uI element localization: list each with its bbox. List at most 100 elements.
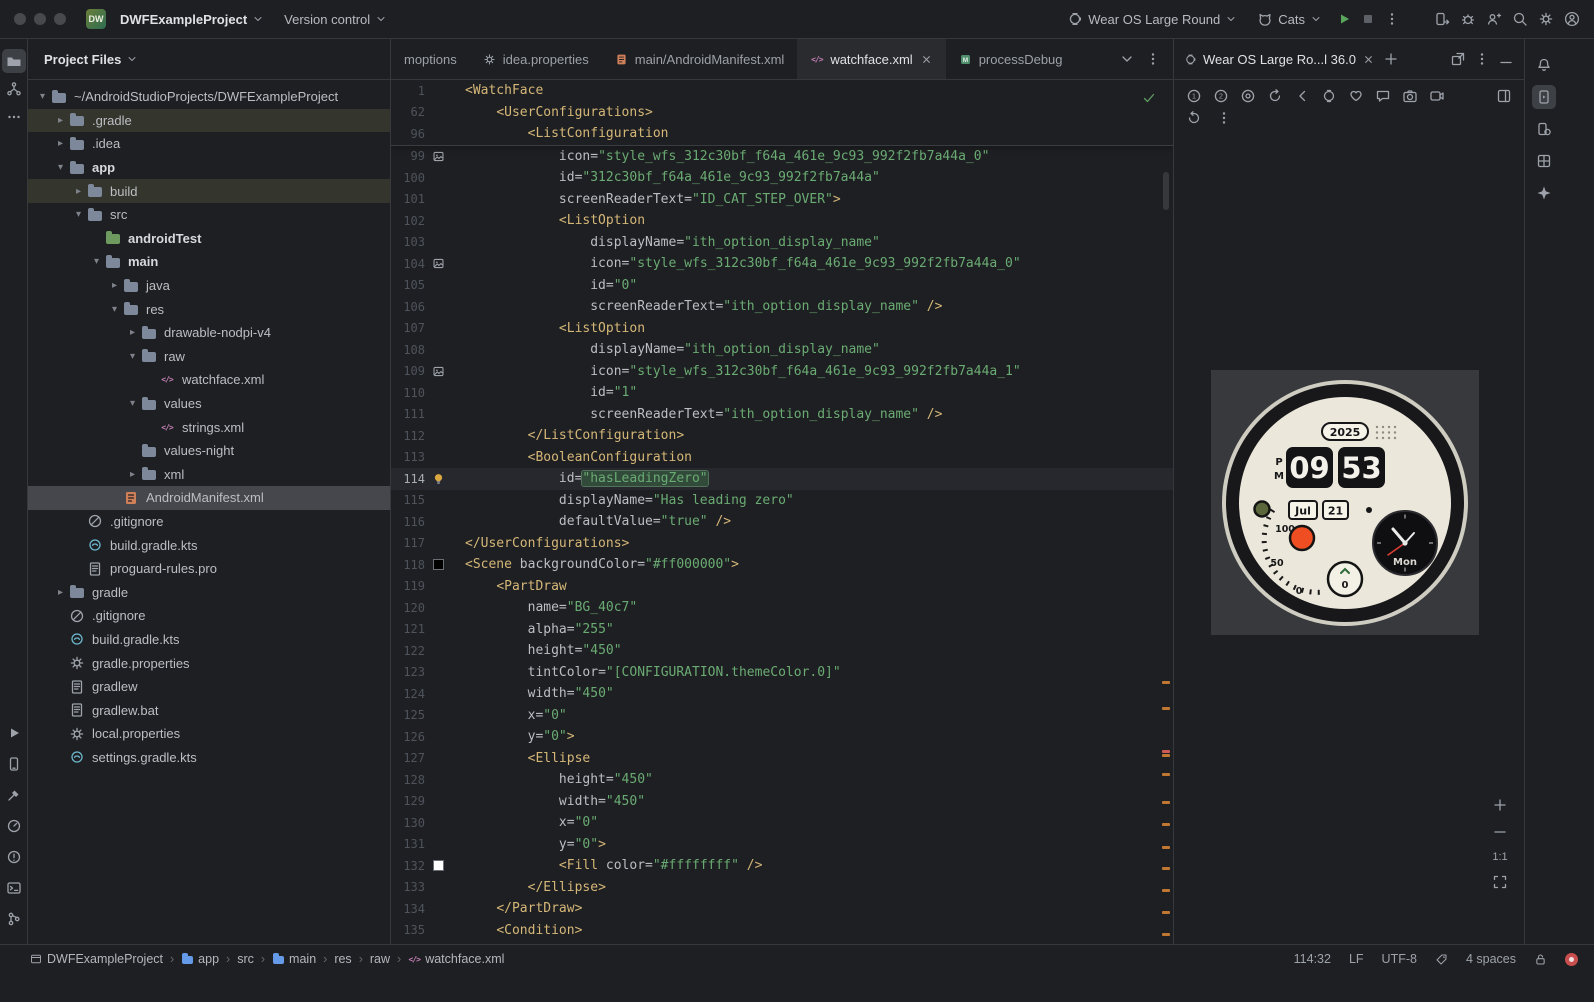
project-selector[interactable]: DWFExampleProject	[114, 8, 270, 31]
analysis-mark[interactable]	[1162, 773, 1170, 776]
code-line[interactable]: 136 <Expressions>	[391, 941, 1173, 944]
indent-setting[interactable]: 4 spaces	[1466, 952, 1516, 966]
zoom-in-button[interactable]	[1492, 797, 1508, 813]
tab-list-dropdown-icon[interactable]	[1119, 51, 1135, 67]
code-line[interactable]: 104 icon="style_wfs_312c30bf_f64a_461e_9…	[391, 253, 1173, 275]
tool-window-button-device-explorer[interactable]	[2, 752, 26, 776]
tree-chevron-icon[interactable]: ▸	[70, 186, 87, 197]
close-window-button[interactable]	[14, 13, 26, 25]
analysis-mark[interactable]	[1162, 867, 1170, 870]
code-line[interactable]: 129 width="450"	[391, 791, 1173, 813]
tree-item[interactable]: .gitignore	[28, 510, 390, 534]
code-line[interactable]: 96 <ListConfiguration	[391, 123, 1173, 145]
stop-button[interactable]	[1360, 11, 1376, 27]
tree-item[interactable]: gradle.properties	[28, 651, 390, 675]
tree-chevron-icon[interactable]: ▾	[124, 351, 141, 362]
device-screen[interactable]: 2025 P M 09 53 100 50 0 Jul 21 Mon 0	[1211, 370, 1479, 635]
heart-icon[interactable]	[1348, 88, 1364, 104]
code-line[interactable]: 108 displayName="ith_option_display_name…	[391, 339, 1173, 361]
tree-chevron-icon[interactable]: ▾	[52, 162, 69, 173]
code-line[interactable]: 121 alpha="255"	[391, 619, 1173, 641]
tree-item[interactable]: ▾ app	[28, 156, 390, 180]
account-avatar[interactable]	[1564, 11, 1580, 27]
tab-options-icon[interactable]	[1145, 51, 1161, 67]
code-line[interactable]: 100 id="312c30bf_f64a_461e_9c93_992f2fb7…	[391, 167, 1173, 189]
hide-panel-icon[interactable]	[1498, 51, 1514, 67]
code-line[interactable]: 132 <Fill color="#ffffffff" />	[391, 855, 1173, 877]
zoom-reset-button[interactable]: 1:1	[1492, 851, 1507, 863]
breadcrumb-item[interactable]: </> watchface.xml	[408, 952, 504, 966]
tree-item[interactable]: build.gradle.kts	[28, 628, 390, 652]
editor-tab[interactable]: MprocessDebug	[946, 39, 1076, 79]
code-line[interactable]: 110 id="1"	[391, 382, 1173, 404]
color-swatch[interactable]	[432, 559, 444, 571]
analysis-mark[interactable]	[1162, 754, 1170, 757]
layout-icon[interactable]	[1496, 88, 1512, 104]
code-with-me-icon[interactable]	[1486, 11, 1502, 27]
code-line[interactable]: 99 icon="style_wfs_312c30bf_f64a_461e_9c…	[391, 146, 1173, 168]
tree-item[interactable]: ▾ main	[28, 250, 390, 274]
tool-window-button-build[interactable]	[2, 783, 26, 807]
tree-item[interactable]: ▸ xml	[28, 463, 390, 487]
analysis-mark[interactable]	[1162, 846, 1170, 849]
camera-icon[interactable]	[1402, 88, 1418, 104]
analysis-mark[interactable]	[1162, 750, 1170, 753]
tree-item[interactable]: ▾ ~/AndroidStudioProjects/DWFExampleProje…	[28, 85, 390, 109]
tree-item[interactable]: ▸ gradle	[28, 580, 390, 604]
tree-item[interactable]: </> strings.xml	[28, 415, 390, 439]
code-line[interactable]: 117 </UserConfigurations>	[391, 533, 1173, 555]
tree-item[interactable]: ▸ java	[28, 274, 390, 298]
tree-chevron-icon[interactable]: ▾	[88, 256, 105, 267]
code-line[interactable]: 134 </PartDraw>	[391, 898, 1173, 920]
tree-item[interactable]: build.gradle.kts	[28, 533, 390, 557]
tree-item[interactable]: AndroidManifest.xml	[28, 486, 390, 510]
analysis-mark[interactable]	[1162, 707, 1170, 710]
search-everywhere-icon[interactable]	[1512, 11, 1528, 27]
code-line[interactable]: 131 y="0">	[391, 834, 1173, 856]
code-line[interactable]: 103 displayName="ith_option_display_name…	[391, 232, 1173, 254]
code-line[interactable]: 62 <UserConfigurations>	[391, 102, 1173, 124]
tool-window-button-assistant[interactable]	[1532, 181, 1556, 205]
code-line[interactable]: 113 <BooleanConfiguration	[391, 447, 1173, 469]
tree-item[interactable]: androidTest	[28, 227, 390, 251]
breadcrumb-item[interactable]: res	[334, 952, 351, 966]
tree-item[interactable]: ▸ build	[28, 179, 390, 203]
code-line[interactable]: 127 <Ellipse	[391, 748, 1173, 770]
tree-item[interactable]: ▾ res	[28, 297, 390, 321]
tree-item[interactable]: ▸ .idea	[28, 132, 390, 156]
code-line[interactable]: 1 <WatchFace	[391, 80, 1173, 102]
breadcrumb-item[interactable]: DWFExampleProject	[30, 952, 163, 966]
device-tab[interactable]: Wear OS Large Ro...l 36.0	[1184, 52, 1375, 67]
tree-chevron-icon[interactable]: ▸	[124, 469, 141, 480]
code-line[interactable]: 135 <Condition>	[391, 920, 1173, 942]
device-mirror-icon[interactable]	[1434, 11, 1450, 27]
open-in-window-icon[interactable]	[1450, 51, 1466, 67]
analysis-mark[interactable]	[1162, 823, 1170, 826]
editor-tab[interactable]: idea.properties	[470, 39, 602, 79]
tree-chevron-icon[interactable]: ▾	[106, 304, 123, 315]
highlighting-level-icon[interactable]	[1435, 953, 1448, 966]
tool-window-button-more[interactable]	[2, 105, 26, 129]
code-line[interactable]: 112 </ListConfiguration>	[391, 425, 1173, 447]
tool-window-button-run[interactable]	[2, 721, 26, 745]
tree-chevron-icon[interactable]: ▾	[70, 209, 87, 220]
panel-options-icon[interactable]	[1474, 51, 1490, 67]
analysis-mark[interactable]	[1162, 889, 1170, 892]
minimize-window-button[interactable]	[34, 13, 46, 25]
close-icon[interactable]	[920, 53, 933, 66]
error-notification-badge[interactable]	[1565, 952, 1578, 966]
tool-window-button-notifications[interactable]	[1532, 53, 1556, 77]
code-line[interactable]: 101 screenReaderText="ID_CAT_STEP_OVER">	[391, 189, 1173, 211]
code-line[interactable]: 122 height="450"	[391, 640, 1173, 662]
kebab-icon[interactable]	[1216, 110, 1232, 126]
tool-window-button-resource-manager[interactable]	[1532, 149, 1556, 173]
tool-window-button-device-manager[interactable]	[1532, 117, 1556, 141]
record-icon[interactable]	[1429, 88, 1445, 104]
tree-item[interactable]: ▾ src	[28, 203, 390, 227]
tool-window-button-profiler[interactable]	[2, 814, 26, 838]
tree-item[interactable]: .gitignore	[28, 604, 390, 628]
code-line[interactable]: 106 screenReaderText="ith_option_display…	[391, 296, 1173, 318]
code-editor[interactable]: 1 <WatchFace 62 <UserConfigurations> 96 <Li…	[391, 80, 1173, 944]
back-icon[interactable]	[1294, 88, 1310, 104]
reset-icon[interactable]	[1186, 110, 1202, 126]
